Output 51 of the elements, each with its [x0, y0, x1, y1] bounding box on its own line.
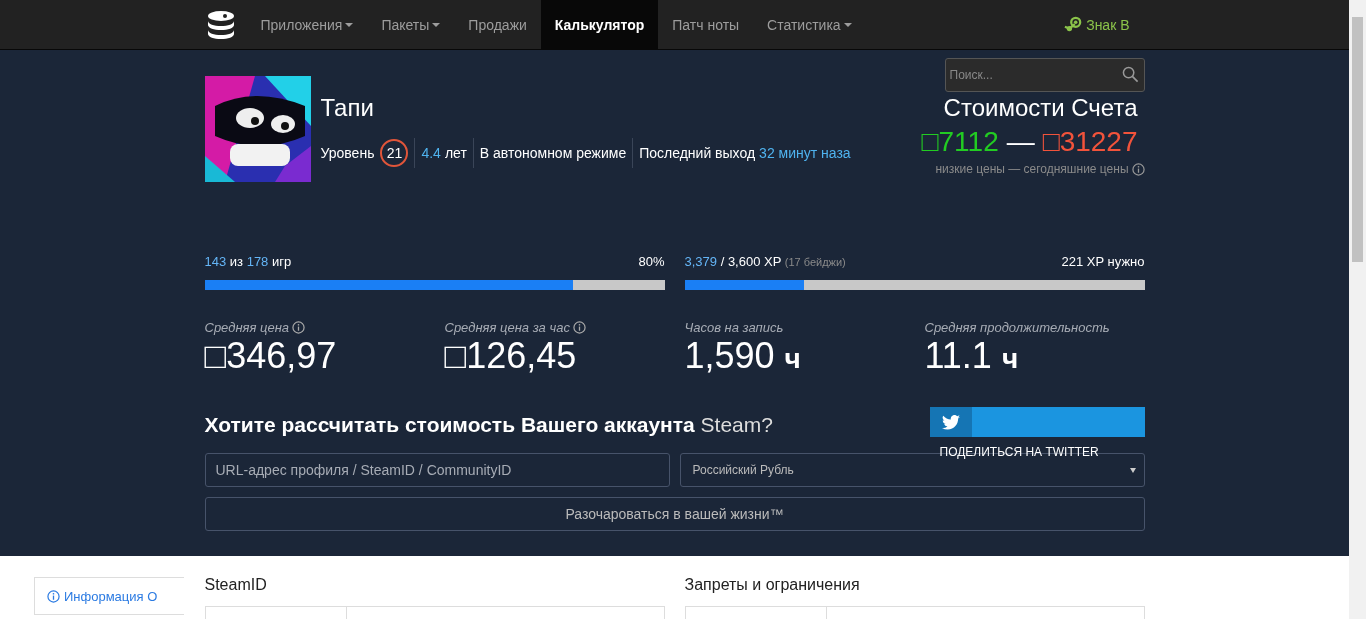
nav-link[interactable]: Продажи	[454, 0, 541, 49]
stat-value: □346,97	[204, 335, 337, 376]
high-price: □31227	[1042, 126, 1138, 157]
level-badge: 21	[380, 139, 409, 167]
status-text: В автономном режиме	[479, 145, 627, 161]
caret-icon	[1129, 467, 1136, 473]
dash-text: —	[1006, 126, 1035, 157]
section-title: Запреты и ограничения	[684, 576, 861, 595]
info-tab[interactable]: Информация О	[34, 577, 184, 615]
nav-link[interactable]: Приложения	[246, 0, 368, 49]
search-icon[interactable]	[1121, 66, 1139, 83]
progress-reading: 221 XP нужно	[1061, 254, 1145, 271]
submit-button[interactable]: Разочароваться в вашей жизни™	[204, 497, 1145, 531]
profile-url-field[interactable]: URL-адрес профиля / SteamID / CommunityID	[204, 453, 670, 487]
nav-link[interactable]: Пакеты	[367, 0, 455, 49]
nav-link[interactable]: Статистика	[753, 0, 866, 49]
progress-label: 3,379 / 3,600 XP (17 бейджи)	[684, 254, 846, 271]
value-title: Стоимости Счета	[943, 94, 1138, 122]
progress-label: 143 из 178 игр	[204, 254, 292, 271]
info-icon[interactable]	[292, 321, 306, 334]
level-label: Уровень	[320, 145, 375, 161]
low-price: □7112	[921, 126, 999, 157]
section-title: SteamID	[204, 576, 268, 595]
twitter-button[interactable]	[929, 407, 1145, 437]
stat-label: Средняя цена	[204, 320, 290, 335]
calculator-heading: Хотите рассчитать стоимость Вашего аккаунта Steam?	[204, 413, 773, 437]
years-value: 4.4	[421, 145, 441, 161]
stat-value: 11.1	[924, 335, 992, 376]
scrollbar[interactable]	[1349, 0, 1366, 619]
price-note: низкие цены — сегодняшние цены	[935, 162, 1129, 176]
nav-link[interactable]: Калькулятор	[540, 0, 659, 49]
profile-name: Тапи	[320, 94, 375, 123]
stat-label: Средняя цена за час	[444, 320, 570, 335]
stat-value: □126,45	[444, 335, 577, 376]
progress-reading: 80%	[638, 254, 665, 271]
info-icon[interactable]	[1131, 162, 1145, 176]
last-seen-value: 32 минут наза	[759, 145, 851, 161]
stat-value: 1,590	[684, 335, 775, 376]
stat-unit: ч	[1001, 343, 1019, 374]
info-icon	[47, 589, 60, 603]
user-link[interactable]: Знак В	[1064, 0, 1130, 49]
info-icon[interactable]	[572, 321, 586, 334]
last-seen-label: Последний выход	[639, 145, 756, 161]
years-unit: лет	[444, 145, 467, 161]
stat-label: Средняя продолжительность	[924, 320, 1110, 335]
stat-unit: ч	[784, 343, 801, 374]
nav-link[interactable]: Патч ноты	[658, 0, 754, 49]
stat-label: Часов на запись	[684, 320, 784, 335]
steam-icon	[1064, 15, 1083, 34]
search-field[interactable]: Поиск...	[944, 58, 1145, 92]
bird-icon	[941, 414, 960, 430]
